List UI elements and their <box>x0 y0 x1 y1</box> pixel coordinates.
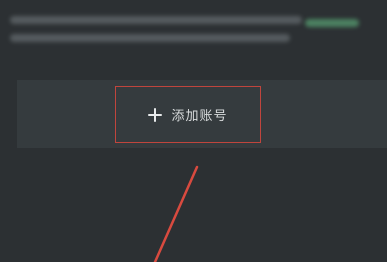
app-screen: 添加账号 <box>0 0 387 262</box>
annotation-arrow <box>153 165 199 262</box>
